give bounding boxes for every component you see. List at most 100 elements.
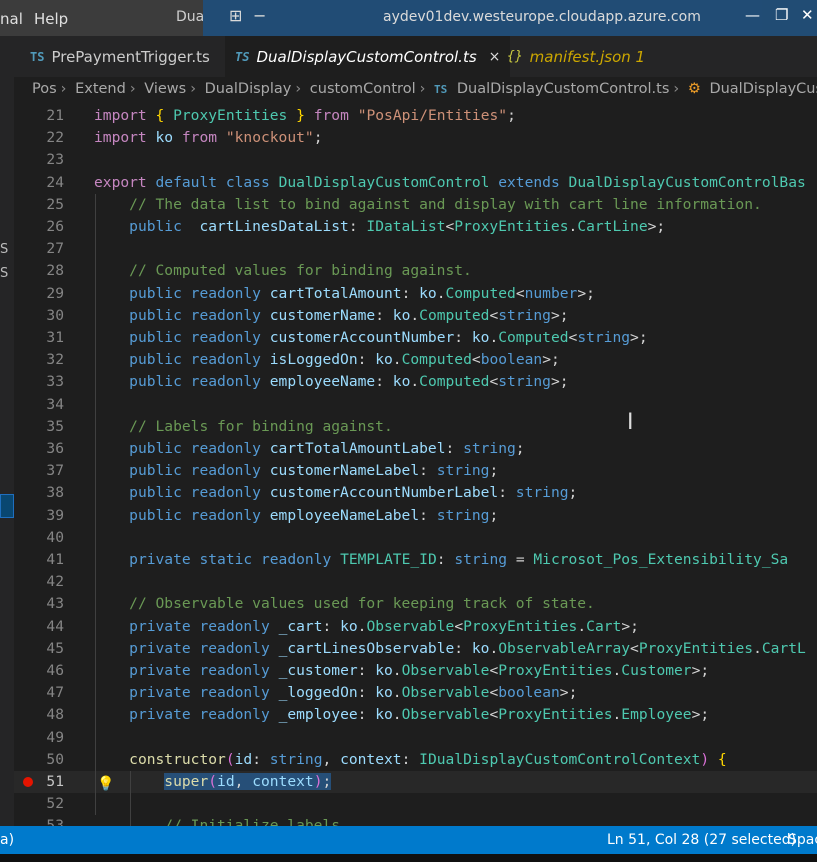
minimize-icon[interactable]: — [745,6,760,24]
code-line[interactable]: 34 [14,394,817,416]
close-tab-icon[interactable]: × [489,49,501,65]
breakpoint-icon[interactable] [23,777,33,787]
code-line[interactable]: 26 public cartLinesDataList: IDataList<P… [14,216,817,238]
code-line[interactable]: 21 import { ProxyEntities } from "PosApi/… [14,105,817,127]
code-line[interactable]: 38 public readonly customerAccountNumber… [14,482,817,504]
tab-manifest-json[interactable]: {} manifest.json 1 [507,36,657,77]
code-line[interactable]: 29 public readonly cartTotalAmount: ko.C… [14,283,817,305]
line-number[interactable]: 35 [14,416,64,438]
code-line[interactable]: 52 [14,793,817,815]
line-number[interactable]: 41 [14,549,64,571]
code-line[interactable]: 41 private static readonly TEMPLATE_ID: … [14,549,817,571]
line-number[interactable]: 30 [14,305,64,327]
line-number[interactable]: 37 [14,460,64,482]
indentation[interactable]: Spac [788,832,817,848]
tab-prepayment-trigger[interactable]: TS PrePaymentTrigger.ts [14,36,230,77]
code-line[interactable]: 47 private readonly _loggedOn: ko.Observ… [14,682,817,704]
title-bar: nal Help Dua ⊞ − aydev01dev.westeurope.c… [0,0,817,36]
line-number[interactable]: 34 [14,394,64,416]
breadcrumb-item[interactable]: customControl [310,81,416,97]
code-line[interactable]: 45 private readonly _cartLinesObservable… [14,638,817,660]
code-line[interactable]: 23 [14,149,817,171]
code-line[interactable]: 46 private readonly _customer: ko.Observ… [14,660,817,682]
line-number[interactable]: 28 [14,260,64,282]
breadcrumb-item[interactable]: Views [144,81,186,97]
code-line[interactable]: 36 public readonly cartTotalAmountLabel:… [14,438,817,460]
line-number[interactable]: 32 [14,349,64,371]
line-number[interactable]: 22 [14,127,64,149]
line-number[interactable]: 24 [14,172,64,194]
class-symbol-icon: ⚙ [687,81,701,97]
line-number[interactable]: 48 [14,704,64,726]
line-number[interactable]: 38 [14,482,64,504]
code-line[interactable]: 53 // Initialize labels [14,815,817,826]
status-left[interactable]: a) [0,832,14,848]
cursor-position[interactable]: Ln 51, Col 28 (27 selected) [607,832,796,848]
line-number[interactable]: 50 [14,749,64,771]
line-number[interactable]: 46 [14,660,64,682]
code-text: public readonly customerName: ko.Compute… [129,306,569,324]
line-number[interactable]: 40 [14,527,64,549]
tab-label: manifest.json 1 [529,47,646,66]
code-line[interactable]: 43 // Observable values used for keeping… [14,593,817,615]
code-line[interactable]: 50 constructor(id: string, context: IDua… [14,749,817,771]
line-number[interactable]: 27 [14,238,64,260]
line-number[interactable]: 51 [14,771,64,793]
line-number[interactable]: 44 [14,616,64,638]
remote-minus-icon[interactable]: − [253,6,266,25]
line-number[interactable]: 23 [14,149,64,171]
code-line[interactable]: 44 private readonly _cart: ko.Observable… [14,616,817,638]
menu-terminal[interactable]: nal [0,10,23,28]
tab-dual-display-custom-control[interactable]: TS DualDisplayCustomControl.ts × [225,36,510,77]
code-line[interactable]: 22 import ko from "knockout"; [14,127,817,149]
breadcrumb-symbol[interactable]: DualDisplayCustomCo [709,81,817,97]
line-number[interactable]: 52 [14,793,64,815]
code-line[interactable]: 33 public readonly employeeName: ko.Comp… [14,371,817,393]
activity-bar: S S [0,36,14,826]
code-line[interactable]: 48 private readonly _employee: ko.Observ… [14,704,817,726]
code-line[interactable]: 39 public readonly employeeNameLabel: st… [14,505,817,527]
code-line[interactable]: 35 // Labels for binding against. [14,416,817,438]
line-number[interactable]: 47 [14,682,64,704]
selected-item[interactable] [0,494,14,518]
code-text: export default class DualDisplayCustomCo… [94,173,806,191]
menu-help[interactable]: Help [34,10,68,28]
line-number[interactable]: 26 [14,216,64,238]
line-number[interactable]: 45 [14,638,64,660]
code-line[interactable]: 42 [14,571,817,593]
code-text: constructor(id: string, context: IDualDi… [129,750,727,768]
breadcrumb-file[interactable]: DualDisplayCustomControl.ts [457,81,670,97]
chevron-right-icon: › [190,81,197,97]
code-line[interactable]: 51 💡 super(id, context); [14,771,817,793]
code-line[interactable]: 37 public readonly customerNameLabel: st… [14,460,817,482]
line-number[interactable]: 42 [14,571,64,593]
code-line[interactable]: 31 public readonly customerAccountNumber… [14,327,817,349]
code-line[interactable]: 30 public readonly customerName: ko.Comp… [14,305,817,327]
code-line[interactable]: 32 public readonly isLoggedOn: ko.Comput… [14,349,817,371]
code-text: public readonly customerNameLabel: strin… [129,462,499,480]
line-number[interactable]: 36 [14,438,64,460]
line-number[interactable]: 43 [14,593,64,615]
breadcrumb-item[interactable]: Extend [75,81,126,97]
code-line[interactable]: 25 // The data list to bind against and … [14,194,817,216]
line-number[interactable]: 29 [14,283,64,305]
breadcrumb-item[interactable]: DualDisplay [205,81,292,97]
chevron-right-icon: › [129,81,136,97]
code-line[interactable]: 49 [14,727,817,749]
restore-icon[interactable]: ❐ [775,6,788,24]
line-number[interactable]: 53 [14,815,64,826]
line-number[interactable]: 39 [14,505,64,527]
code-line[interactable]: 28 // Computed values for binding agains… [14,260,817,282]
code-line[interactable]: 24 export default class DualDisplayCustom… [14,172,817,194]
line-number[interactable]: 49 [14,727,64,749]
line-number[interactable]: 21 [14,105,64,127]
code-line[interactable]: 40 [14,527,817,549]
code-editor[interactable]: 21 import { ProxyEntities } from "PosApi/… [14,105,817,826]
remote-plus-icon[interactable]: ⊞ [229,6,242,25]
line-number[interactable]: 25 [14,194,64,216]
code-line[interactable]: 27 [14,238,817,260]
breadcrumb-item[interactable]: Pos [32,81,57,97]
close-window-icon[interactable]: ✕ [801,6,814,24]
line-number[interactable]: 33 [14,371,64,393]
line-number[interactable]: 31 [14,327,64,349]
